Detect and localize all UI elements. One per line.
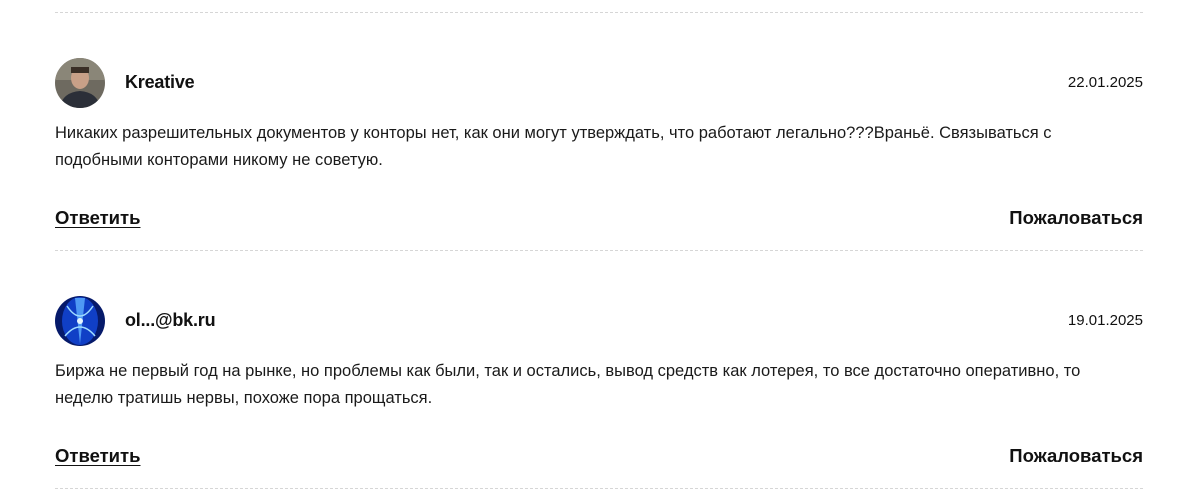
comment-text: Биржа не первый год на рынке, но проблем…: [55, 362, 1081, 407]
divider: [55, 488, 1143, 489]
reply-link[interactable]: Ответить: [55, 207, 141, 229]
comment-text: Никаких разрешительных документов у конт…: [55, 124, 1052, 169]
comment-date: 22.01.2025: [1067, 74, 1143, 91]
user-avatar-icon[interactable]: [55, 296, 105, 346]
report-link[interactable]: Пожаловаться: [1009, 207, 1143, 229]
divider: [55, 12, 1143, 13]
reply-link[interactable]: Ответить: [55, 445, 141, 467]
person-photo-icon: [55, 58, 105, 108]
comment-date: 19.01.2025: [1067, 312, 1143, 329]
comment-author[interactable]: ol...@bk.ru: [125, 310, 216, 331]
comment-author[interactable]: Kreative: [125, 72, 195, 93]
user-avatar-icon[interactable]: [55, 58, 105, 108]
comments-list: Kreative 22.01.2025 Никаких разрешительн…: [0, 0, 1194, 502]
blue-abstract-icon: [55, 296, 105, 346]
report-link[interactable]: Пожаловаться: [1009, 445, 1143, 467]
divider: [55, 250, 1143, 251]
